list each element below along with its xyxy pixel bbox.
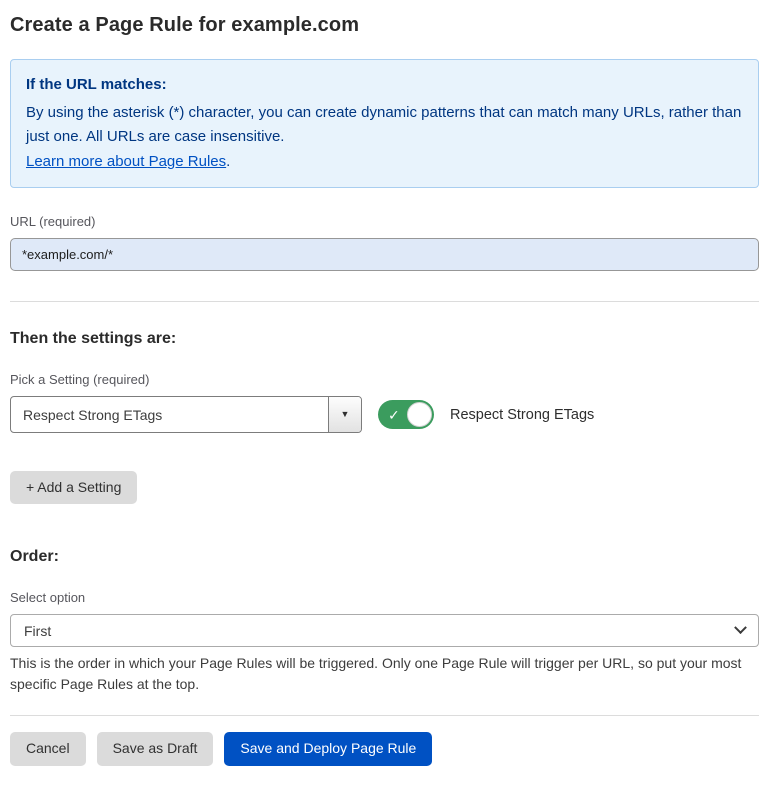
url-label: URL (required) bbox=[10, 214, 759, 229]
page-title: Create a Page Rule for example.com bbox=[10, 14, 759, 37]
order-select[interactable]: First bbox=[10, 614, 759, 647]
toggle-knob bbox=[407, 402, 432, 427]
etags-toggle[interactable]: ✓ bbox=[378, 400, 434, 429]
add-setting-button[interactable]: + Add a Setting bbox=[10, 471, 137, 504]
setting-dropdown[interactable]: Respect Strong ETags ▼ bbox=[10, 396, 362, 433]
cancel-button[interactable]: Cancel bbox=[10, 732, 86, 765]
info-box-heading: If the URL matches: bbox=[26, 73, 743, 96]
url-field: URL (required) bbox=[10, 214, 759, 271]
chevron-down-icon: ▼ bbox=[341, 410, 350, 419]
check-icon: ✓ bbox=[388, 408, 400, 422]
settings-section-heading: Then the settings are: bbox=[10, 330, 759, 348]
order-help-text: This is the order in which your Page Rul… bbox=[10, 653, 755, 695]
info-link-row: Learn more about Page Rules. bbox=[26, 150, 743, 173]
setting-row: Respect Strong ETags ▼ ✓ Respect Strong … bbox=[10, 396, 759, 433]
learn-more-link[interactable]: Learn more about Page Rules bbox=[26, 153, 226, 170]
save-deploy-button[interactable]: Save and Deploy Page Rule bbox=[224, 732, 432, 765]
link-period: . bbox=[226, 153, 230, 170]
footer-divider bbox=[10, 715, 759, 716]
info-box-body: By using the asterisk (*) character, you… bbox=[26, 101, 743, 148]
section-divider bbox=[10, 301, 759, 302]
create-page-rule-form: Create a Page Rule for example.com If th… bbox=[10, 14, 759, 766]
order-section-heading: Order: bbox=[10, 548, 759, 566]
order-select-label: Select option bbox=[10, 590, 759, 605]
setting-dropdown-value: Respect Strong ETags bbox=[11, 397, 328, 432]
save-draft-button[interactable]: Save as Draft bbox=[97, 732, 214, 765]
toggle-label: Respect Strong ETags bbox=[450, 407, 594, 423]
pick-setting-label: Pick a Setting (required) bbox=[10, 372, 759, 387]
setting-dropdown-arrow-button[interactable]: ▼ bbox=[328, 397, 361, 432]
url-input[interactable] bbox=[10, 238, 759, 271]
chevron-down-icon bbox=[734, 622, 747, 635]
order-select-value: First bbox=[24, 623, 51, 639]
form-actions: Cancel Save as Draft Save and Deploy Pag… bbox=[10, 732, 759, 765]
url-match-info-box: If the URL matches: By using the asteris… bbox=[10, 59, 759, 188]
